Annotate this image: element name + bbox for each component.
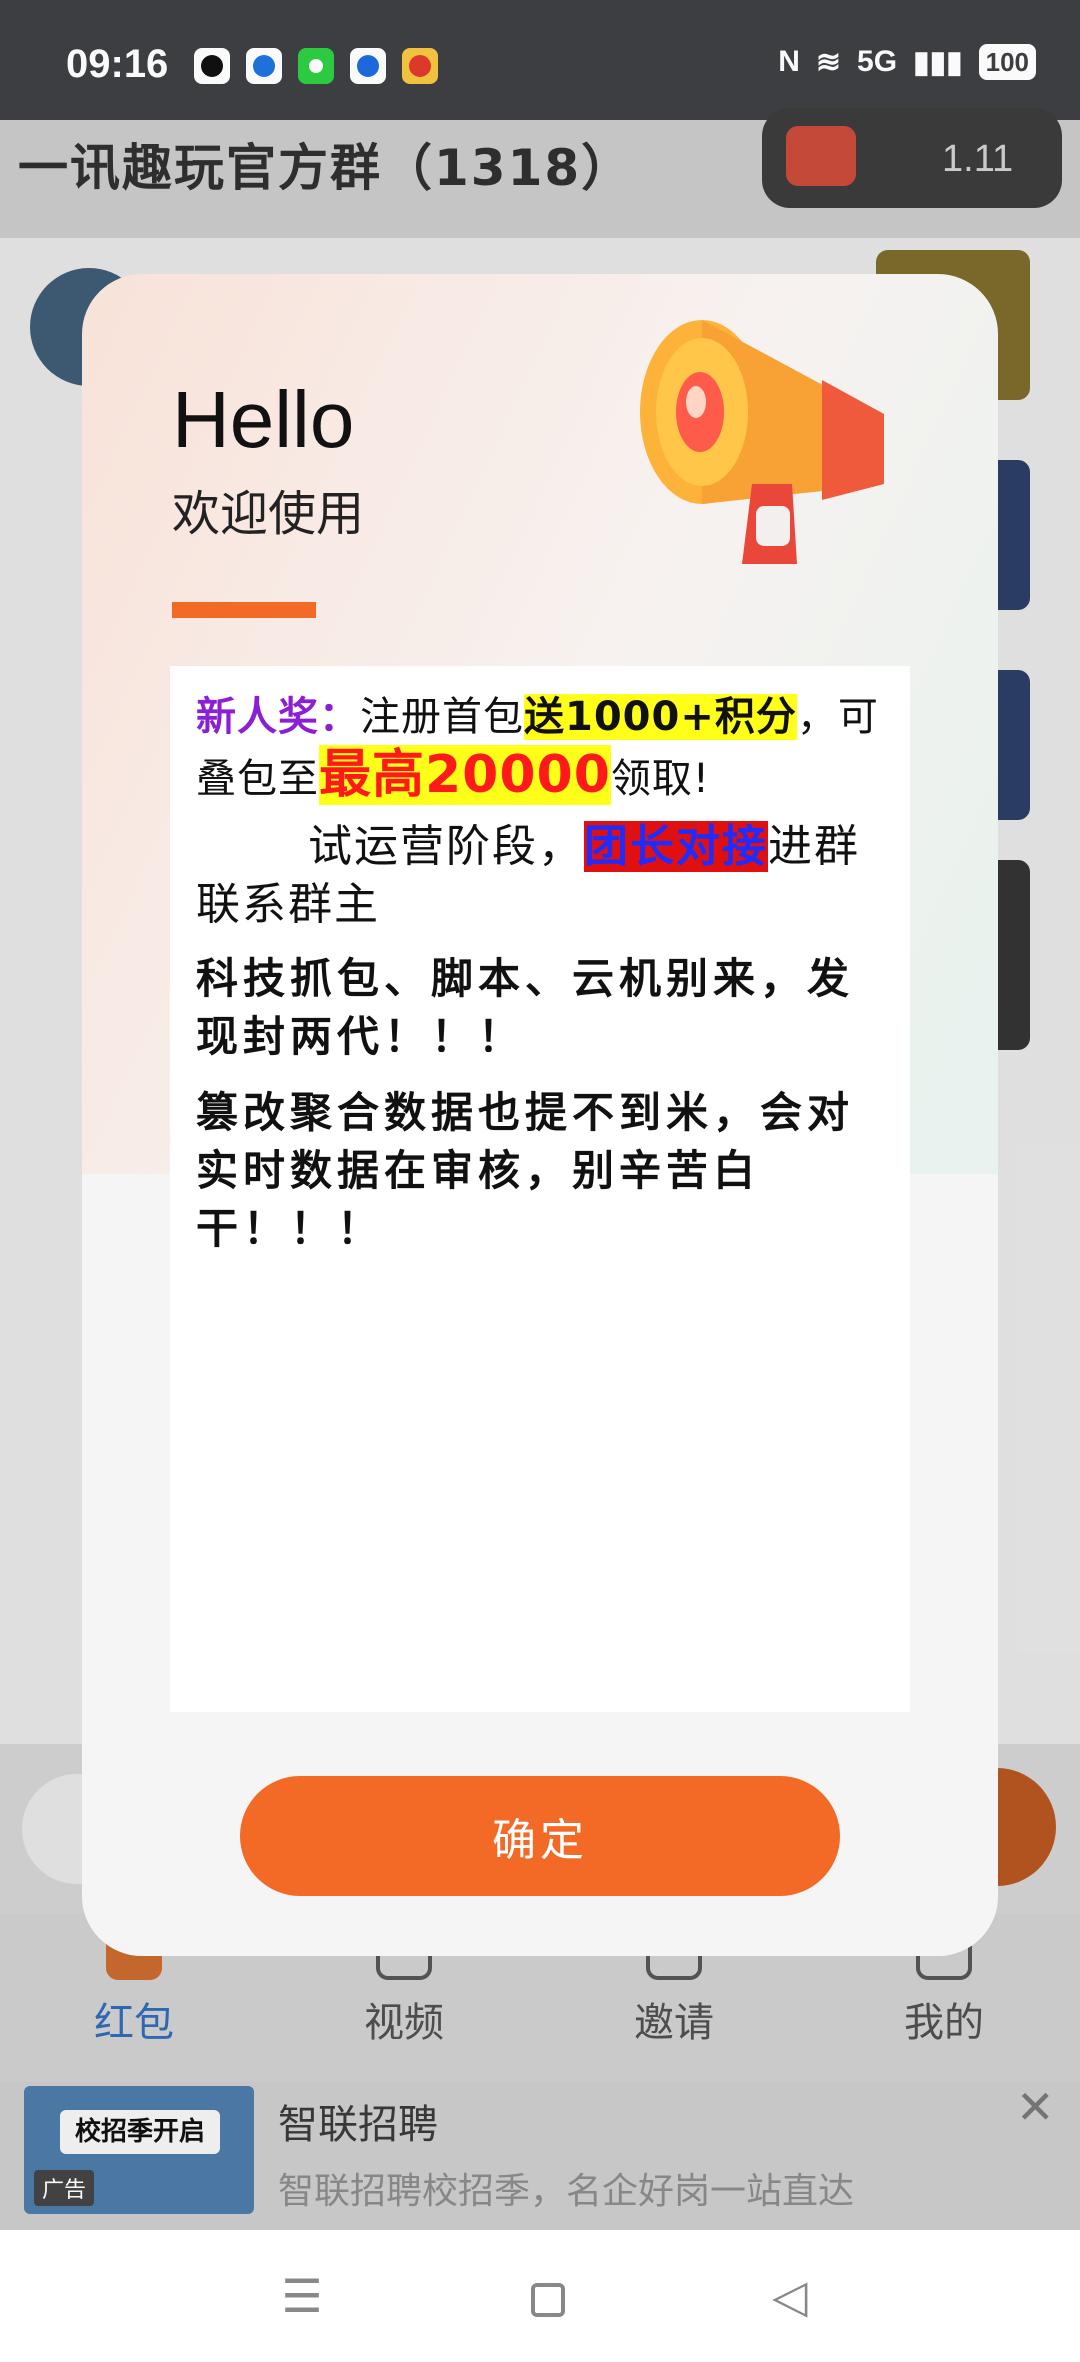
reward-highlight-max: 最高20000 [319, 745, 611, 805]
notice-content: 新人奖：注册首包送1000+积分，可叠包至最高20000领取! 试运营阶段，团长… [170, 666, 910, 1712]
reward-text-1: 注册首包 [360, 694, 524, 740]
reward-highlight-points: 送1000+积分 [524, 694, 797, 740]
dialog-hello: Hello [172, 375, 355, 464]
home-nav-icon[interactable] [518, 2266, 578, 2326]
data-tamper-warning: 篡改聚合数据也提不到米，会对实时数据在审核，别辛苦白干！！！ [196, 1088, 855, 1253]
leader-contact-highlight: 团长对接 [584, 821, 768, 872]
welcome-dialog: Hello 欢迎使用 新人奖：注册首包送1000+积分，可叠包至最高20000领… [82, 274, 998, 1956]
reward-text-3: 领取! [610, 756, 710, 802]
dialog-welcome: 欢迎使用 [172, 486, 365, 542]
no-script-warning: 科技抓包、脚本、云机别来，发现封两代！！！ [196, 954, 855, 1061]
trial-text-1: 试运营阶段， [308, 821, 584, 872]
trial-operation-paragraph: 试运营阶段，团长对接进群联系群主 [196, 818, 884, 934]
accent-divider [172, 602, 316, 618]
newcomer-reward-paragraph: 新人奖：注册首包送1000+积分，可叠包至最高20000领取! [196, 688, 884, 808]
megaphone-icon [640, 320, 884, 564]
confirm-button[interactable]: 确定 [240, 1776, 840, 1896]
back-nav-icon[interactable]: ◁ [760, 2266, 820, 2326]
menu-nav-icon[interactable]: ☰ [272, 2266, 332, 2326]
newcomer-reward-label: 新人奖： [196, 694, 360, 740]
